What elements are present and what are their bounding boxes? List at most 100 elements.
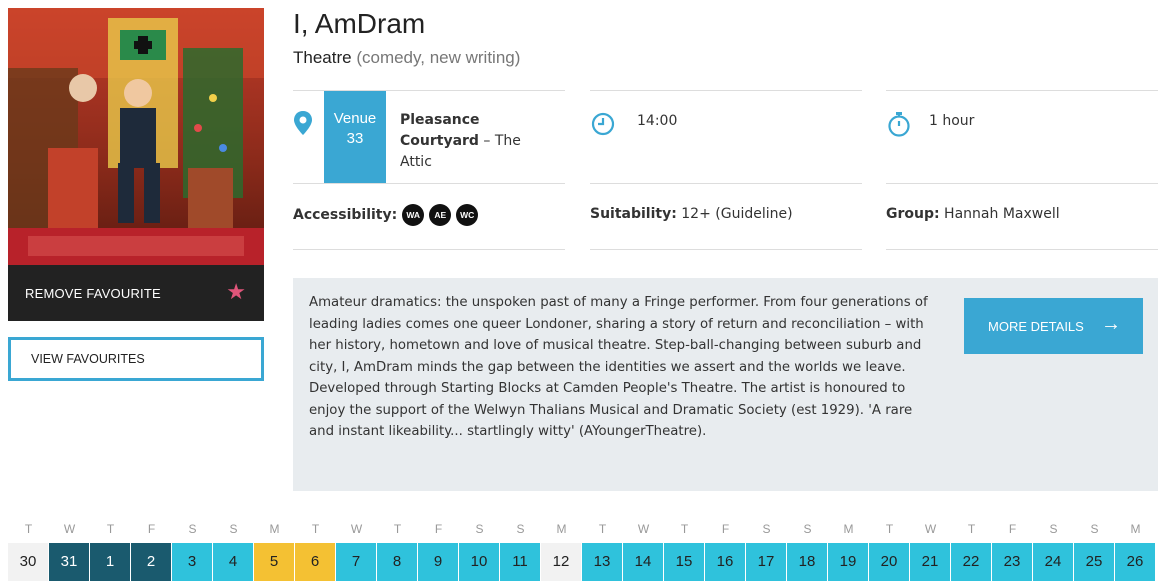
calendar-date-11[interactable]: 11 (500, 543, 540, 581)
calendar-date-row: 30 31 1 2 3 4 5 6 7 8 9 10 11 12 13 14 15 16 17 18 19 20 21 22 2… (8, 543, 1158, 581)
calendar-date-12: 12 (541, 543, 581, 581)
calendar-date-26[interactable]: 26 (1115, 543, 1155, 581)
suitability-label: Suitability: (590, 206, 677, 222)
calendar-weekday: T (393, 522, 402, 536)
calendar-date-7[interactable]: 7 (336, 543, 376, 581)
star-icon: ★ (226, 280, 246, 305)
calendar-weekday-row: TWTFSSMTWTFSSMTWTFSSMTWTFSSM (8, 515, 1158, 543)
calendar-weekday: S (188, 522, 197, 536)
calendar-weekday: S (229, 522, 238, 536)
clock-icon (591, 112, 615, 136)
calendar-weekday: M (269, 522, 280, 536)
calendar-weekday: T (24, 522, 33, 536)
wheelchair-toilet-icon[interactable]: WC (456, 204, 479, 226)
wheelchair-access-icon[interactable]: WA (402, 204, 425, 226)
calendar-date-15[interactable]: 15 (664, 543, 704, 581)
divider (293, 249, 565, 250)
calendar-weekday: W (637, 522, 650, 536)
performance-calendar: TWTFSSMTWTFSSMTWTFSSMTWTFSSM 30 31 1 2 3 4 5 6 7… (8, 515, 1158, 581)
location-pin-icon (294, 111, 312, 135)
venue-name-bold: Pleasance Courtyard (400, 112, 480, 149)
divider (886, 90, 1158, 91)
calendar-date-30: 30 (8, 543, 48, 581)
calendar-weekday: M (843, 522, 854, 536)
view-favourites-button[interactable]: VIEW FAVOURITES (8, 337, 264, 381)
venue-number-badge: Venue 33 (324, 91, 386, 183)
remove-favourite-button[interactable]: REMOVE FAVOURITE ★ (8, 265, 264, 321)
calendar-date-1[interactable]: 1 (90, 543, 130, 581)
divider (590, 183, 862, 184)
calendar-weekday: T (680, 522, 689, 536)
calendar-weekday: T (598, 522, 607, 536)
calendar-date-22[interactable]: 22 (951, 543, 991, 581)
calendar-date-17[interactable]: 17 (746, 543, 786, 581)
group-value: Hannah Maxwell (939, 206, 1060, 222)
calendar-date-10[interactable]: 10 (459, 543, 499, 581)
calendar-date-19[interactable]: 19 (828, 543, 868, 581)
calendar-date-23[interactable]: 23 (992, 543, 1032, 581)
calendar-weekday: W (63, 522, 76, 536)
divider (886, 249, 1158, 250)
accessibility-info: Accessibility: WA AE WC (293, 204, 479, 226)
calendar-weekday: T (311, 522, 320, 536)
calendar-date-16[interactable]: 16 (705, 543, 745, 581)
calendar-weekday: M (1130, 522, 1141, 536)
calendar-weekday: T (967, 522, 976, 536)
divider (590, 90, 862, 91)
divider (293, 183, 565, 184)
venue-number: 33 (346, 130, 364, 147)
calendar-date-20[interactable]: 20 (869, 543, 909, 581)
calendar-weekday: S (1090, 522, 1099, 536)
calendar-date-18[interactable]: 18 (787, 543, 827, 581)
calendar-date-21[interactable]: 21 (910, 543, 950, 581)
calendar-date-24[interactable]: 24 (1033, 543, 1073, 581)
show-category: Theatre (comedy, new writing) (293, 48, 520, 68)
show-description: Amateur dramatics: the unspoken past of … (309, 295, 928, 439)
calendar-weekday: S (762, 522, 771, 536)
show-title: I, AmDram (293, 8, 426, 39)
show-time: 14:00 (637, 113, 678, 129)
remove-favourite-label: REMOVE FAVOURITE (25, 285, 161, 301)
calendar-weekday: T (106, 522, 115, 536)
venue-label: Venue (333, 110, 377, 127)
calendar-date-14[interactable]: 14 (623, 543, 663, 581)
calendar-date-6[interactable]: 6 (295, 543, 335, 581)
calendar-date-25[interactable]: 25 (1074, 543, 1114, 581)
calendar-weekday: F (434, 522, 443, 536)
arrow-right-icon: → (1101, 313, 1121, 335)
suitability-info: Suitability: 12+ (Guideline) (590, 206, 793, 222)
divider (886, 183, 1158, 184)
genre-label: (comedy, new writing) (356, 48, 521, 67)
calendar-date-4[interactable]: 4 (213, 543, 253, 581)
calendar-date-9[interactable]: 9 (418, 543, 458, 581)
audio-enhanced-icon[interactable]: AE (429, 204, 452, 226)
group-info: Group: Hannah Maxwell (886, 206, 1060, 222)
calendar-weekday: S (803, 522, 812, 536)
venue-name[interactable]: Pleasance Courtyard – The Attic (400, 110, 550, 173)
calendar-date-3[interactable]: 3 (172, 543, 212, 581)
calendar-date-8[interactable]: 8 (377, 543, 417, 581)
calendar-weekday: S (516, 522, 525, 536)
group-label: Group: (886, 206, 940, 222)
calendar-weekday: S (475, 522, 484, 536)
calendar-weekday: F (147, 522, 156, 536)
calendar-date-31[interactable]: 31 (49, 543, 89, 581)
more-details-label: MORE DETAILS (988, 318, 1084, 334)
calendar-weekday: W (924, 522, 937, 536)
more-details-button[interactable]: MORE DETAILS → (964, 298, 1143, 354)
calendar-weekday: F (1008, 522, 1017, 536)
calendar-weekday: S (1049, 522, 1058, 536)
show-duration: 1 hour (929, 113, 975, 129)
show-photo (8, 8, 264, 265)
stopwatch-icon (888, 112, 910, 137)
divider (590, 249, 862, 250)
calendar-date-13[interactable]: 13 (582, 543, 622, 581)
calendar-weekday: W (350, 522, 363, 536)
calendar-date-2[interactable]: 2 (131, 543, 171, 581)
calendar-weekday: F (721, 522, 730, 536)
calendar-weekday: T (885, 522, 894, 536)
calendar-date-5[interactable]: 5 (254, 543, 294, 581)
accessibility-label: Accessibility: (293, 207, 398, 223)
suitability-value: 12+ (Guideline) (676, 206, 793, 222)
calendar-weekday: M (556, 522, 567, 536)
